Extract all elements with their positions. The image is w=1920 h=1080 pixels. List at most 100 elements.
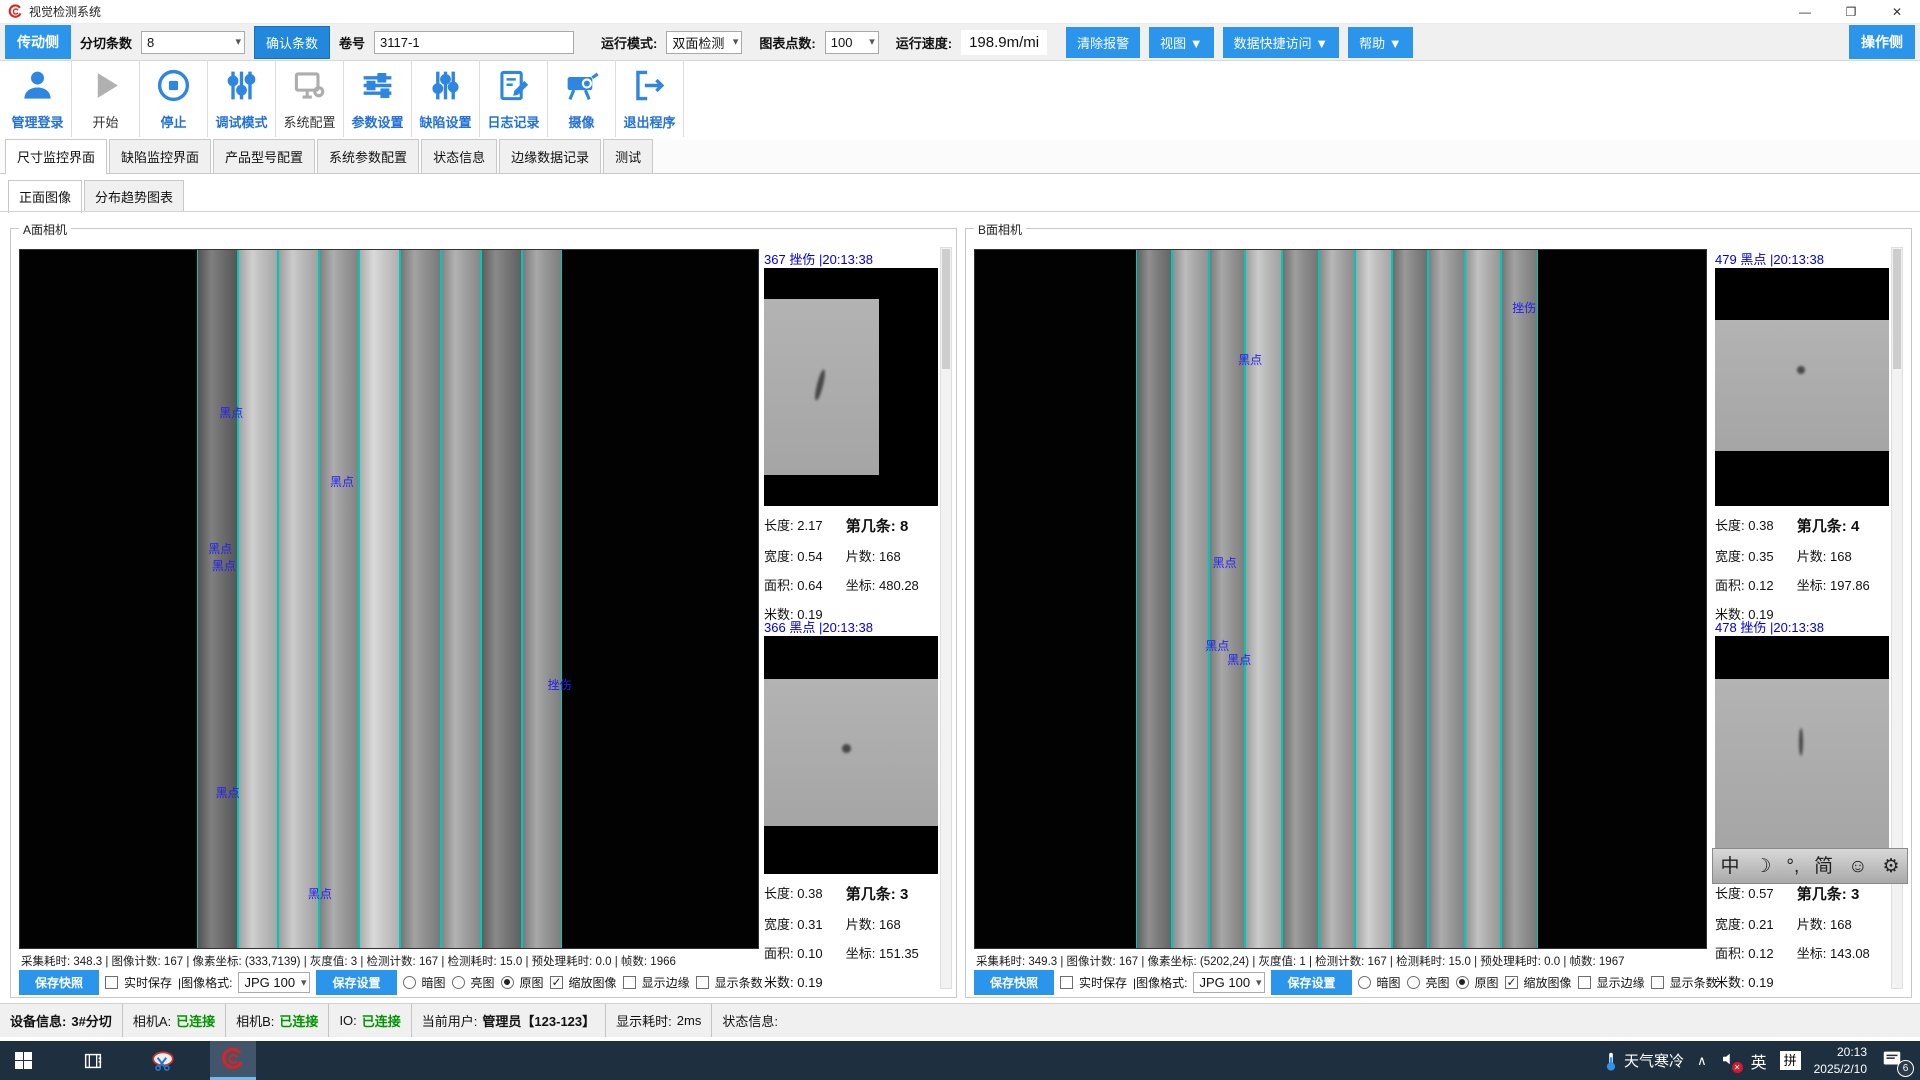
data-quick-access-button[interactable]: 数据快捷访问 ▼ (1223, 27, 1339, 58)
original-image-radio[interactable] (1456, 976, 1469, 989)
defect-area: 0.12 (1748, 946, 1773, 961)
roll-number-input[interactable]: 3117-1 (374, 31, 574, 54)
minimize-button[interactable]: — (1782, 0, 1828, 24)
main-tab-1[interactable]: 缺陷监控界面 (109, 139, 211, 173)
show-strips-checkbox[interactable] (696, 976, 709, 989)
snipping-tool-icon[interactable] (140, 1041, 186, 1080)
main-tab-2[interactable]: 产品型号配置 (213, 139, 315, 173)
taskbar-clock[interactable]: 20:13 2025/2/10 (1814, 1044, 1867, 1076)
defect-card[interactable]: 367 挫伤 |20:13:38 长度: 2.17 第几条: 8 宽度: 0.5… (764, 249, 938, 623)
help-menu-button[interactable]: 帮助 ▼ (1348, 27, 1412, 58)
notification-count-badge: 6 (1897, 1060, 1914, 1077)
param-sliders-icon (359, 67, 396, 107)
split-count-select[interactable]: 8 (141, 31, 245, 54)
toolbar-item-debug-mode[interactable]: 调试模式 (208, 61, 276, 137)
bright-image-radio[interactable] (1407, 976, 1420, 989)
close-button[interactable]: ✕ (1874, 0, 1920, 24)
toolbar-item-capture[interactable]: 摄像 (548, 61, 616, 137)
ime-punctuation-icon[interactable]: °, (1786, 857, 1799, 876)
defect-card[interactable]: 478 挫伤 |20:13:38 长度: 0.57 第几条: 3 宽度: 0.2… (1715, 617, 1889, 991)
toolbar-item-stop[interactable]: 停止 (140, 61, 208, 137)
ime-chinese-mode[interactable]: 中 (1720, 857, 1739, 876)
defect-card[interactable]: 366 黑点 |20:13:38 长度: 0.38 第几条: 3 宽度: 0.3… (764, 617, 938, 991)
defect-strip-no: 3 (900, 886, 908, 903)
view-menu-button[interactable]: 视图 ▼ (1149, 27, 1213, 58)
film-strip (1465, 250, 1502, 948)
device-info-value: 3#分切 (71, 1011, 111, 1030)
operator-side-button[interactable]: 操作侧 (1849, 25, 1915, 59)
window-title: 视觉检测系统 (29, 3, 101, 20)
image-format-select[interactable]: JPG 100 (1193, 972, 1265, 993)
defect-marker-label: 黑点 (208, 540, 232, 557)
original-image-radio[interactable] (501, 976, 514, 989)
film-strip (400, 250, 441, 948)
ime-moon-icon[interactable]: ☽ (1754, 857, 1771, 876)
save-snapshot-button[interactable]: 保存快照 (974, 970, 1054, 995)
main-tab-bar: 尺寸监控界面缺陷监控界面产品型号配置系统参数配置状态信息边缘数据记录测试 (0, 140, 1920, 174)
film-strip (238, 250, 279, 948)
original-image-label: 原图 (520, 974, 544, 991)
image-format-select[interactable]: JPG 100 (238, 972, 310, 993)
notification-center-icon[interactable]: 6 (1880, 1048, 1910, 1074)
toolbar-item-admin-login[interactable]: 管理登录 (4, 61, 72, 137)
toolbar-item-defect-settings[interactable]: 缺陷设置 (412, 61, 480, 137)
task-view-icon[interactable] (70, 1041, 116, 1080)
drive-side-button[interactable]: 传动侧 (5, 25, 71, 59)
maximize-button[interactable]: ❐ (1828, 0, 1874, 24)
clear-alarm-button[interactable]: 清除报警 (1066, 27, 1140, 58)
defect-strip-no: 8 (900, 518, 908, 535)
sub-tab-1[interactable]: 分布趋势图表 (84, 180, 184, 212)
toolbar-item-start[interactable]: 开始 (72, 61, 140, 137)
defect-card[interactable]: 479 黑点 |20:13:38 长度: 0.38 第几条: 4 宽度: 0.3… (1715, 249, 1889, 623)
ime-simplified-mode[interactable]: 简 (1814, 857, 1833, 876)
language-indicator[interactable]: 英 (1751, 1049, 1767, 1073)
save-settings-button[interactable]: 保存设置 (1271, 970, 1351, 995)
original-image-label: 原图 (1475, 974, 1499, 991)
current-user-value: 管理员【123-123】 (482, 1011, 595, 1030)
ime-language-bar: 中 ☽ °, 简 ☺ ⚙ (1712, 848, 1908, 884)
dark-image-radio[interactable] (1358, 976, 1371, 989)
main-tab-3[interactable]: 系统参数配置 (317, 139, 419, 173)
chart-points-select[interactable]: 100 (825, 31, 879, 54)
film-strip (1172, 250, 1209, 948)
defect-list-scrollbar[interactable] (940, 247, 952, 989)
dark-image-radio[interactable] (403, 976, 416, 989)
defect-pieces: 168 (1830, 917, 1852, 932)
defect-length: 0.57 (1748, 886, 1773, 901)
show-strips-checkbox[interactable] (1651, 976, 1664, 989)
defect-thumbnail (1715, 636, 1889, 874)
camera-a-conn-status: 已连接 (176, 1011, 215, 1030)
toolbar-item-param-settings[interactable]: 参数设置 (344, 61, 412, 137)
run-mode-select[interactable]: 双面检测 (666, 31, 742, 54)
defect-coord: 197.86 (1830, 578, 1870, 593)
zoom-image-checkbox[interactable] (550, 976, 563, 989)
defect-id: 367 (764, 252, 786, 267)
system-config-icon (291, 67, 328, 107)
main-tab-5[interactable]: 边缘数据记录 (499, 139, 601, 173)
toolbar-item-exit-program[interactable]: 退出程序 (616, 61, 684, 137)
bright-image-radio[interactable] (452, 976, 465, 989)
defect-id: 366 (764, 620, 786, 635)
sub-tab-0[interactable]: 正面图像 (8, 180, 82, 213)
save-settings-button[interactable]: 保存设置 (316, 970, 396, 995)
confirm-count-button[interactable]: 确认条数 (254, 26, 330, 59)
ime-emoji-icon[interactable]: ☺ (1848, 857, 1867, 876)
toolbar-item-log-record[interactable]: 日志记录 (480, 61, 548, 137)
hidden-icons-chevron[interactable]: ∧ (1697, 1053, 1707, 1069)
main-tab-4[interactable]: 状态信息 (421, 139, 497, 173)
main-tab-6[interactable]: 测试 (603, 139, 653, 173)
main-tab-0[interactable]: 尺寸监控界面 (5, 139, 107, 174)
zoom-image-checkbox[interactable] (1505, 976, 1518, 989)
vision-app-taskbar-icon[interactable] (210, 1041, 256, 1080)
realtime-save-checkbox[interactable] (105, 976, 118, 989)
show-edges-checkbox[interactable] (1578, 976, 1591, 989)
show-edges-checkbox[interactable] (623, 976, 636, 989)
weather-indicator[interactable]: 天气寒冷 (1603, 1050, 1684, 1072)
save-snapshot-button[interactable]: 保存快照 (19, 970, 99, 995)
ime-pinyin-indicator[interactable]: 拼 (1780, 1051, 1801, 1071)
ime-settings-gear-icon[interactable]: ⚙ (1882, 857, 1899, 876)
realtime-save-checkbox[interactable] (1060, 976, 1073, 989)
start-button[interactable] (0, 1041, 46, 1080)
volume-muted-icon[interactable]: ✕ (1720, 1050, 1738, 1071)
toolbar-item-system-config[interactable]: 系统配置 (276, 61, 344, 137)
